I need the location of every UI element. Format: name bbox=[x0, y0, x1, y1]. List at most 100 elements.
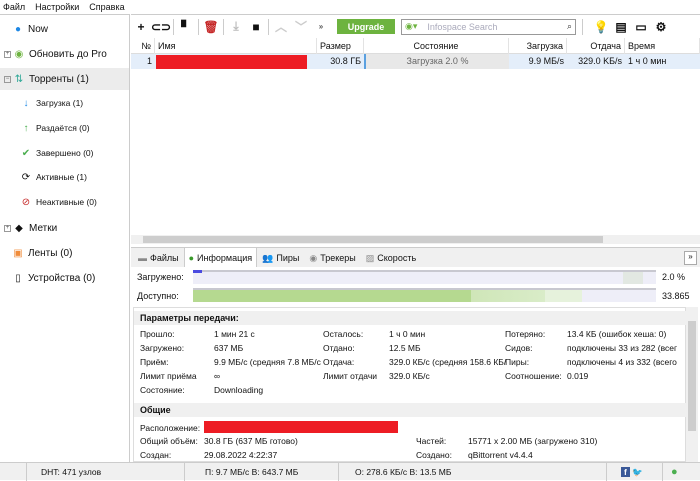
ok-icon: ● bbox=[671, 466, 678, 478]
transfer-label: Лимит приёма bbox=[140, 371, 197, 381]
gear-icon[interactable]: ⚙ bbox=[651, 17, 671, 37]
sidebar-item-seeding[interactable]: ↑ Раздаётся (0) bbox=[0, 117, 129, 139]
total-label: Общий объём: bbox=[140, 436, 198, 446]
transfer-label: Пиры: bbox=[505, 357, 530, 367]
move-down-button[interactable]: ﹀ bbox=[291, 17, 311, 37]
transfer-value: 12.5 МБ bbox=[389, 343, 421, 353]
refresh-icon: ⟳ bbox=[21, 171, 31, 183]
transfer-label: Лимит отдачи bbox=[323, 371, 378, 381]
expand-icon[interactable]: + bbox=[4, 224, 11, 232]
folder-icon: ▬ bbox=[138, 253, 147, 263]
tab-peers[interactable]: 👥 Пиры bbox=[257, 249, 304, 267]
tab-speed[interactable]: ▨ Скорость bbox=[361, 249, 421, 267]
now-icon: ● bbox=[14, 23, 22, 35]
connection-status: ● bbox=[662, 463, 700, 481]
torrents-icon: ⇅ bbox=[14, 73, 24, 85]
collapse-panel-button[interactable]: » bbox=[684, 251, 697, 265]
social-links: f 🐦 bbox=[606, 463, 662, 481]
tab-trackers[interactable]: ◉ Трекеры bbox=[304, 249, 360, 267]
transfer-label: Загружено: bbox=[140, 343, 185, 353]
transfer-value: 1 мин 21 с bbox=[214, 329, 255, 339]
sidebar-item-labels[interactable]: + ◆ Метки bbox=[0, 217, 129, 239]
move-up-button[interactable]: ︿ bbox=[271, 17, 291, 37]
menu-help[interactable]: Справка bbox=[89, 2, 124, 12]
row-download: 9.9 МБ/s bbox=[528, 56, 564, 66]
remote-icon[interactable]: ▭ bbox=[631, 17, 651, 37]
created-label: Создан: bbox=[140, 450, 172, 460]
col-num[interactable]: № bbox=[131, 38, 155, 54]
transfer-value: 329.0 КБ/с bbox=[389, 371, 430, 381]
chat-icon[interactable]: ▤ bbox=[611, 17, 631, 37]
status-bar: DHT: 471 узлов П: 9.7 МБ/с В: 643.7 МБ О… bbox=[0, 462, 700, 481]
tab-files[interactable]: ▬ Файлы bbox=[133, 249, 184, 267]
add-link-button[interactable]: ⊂⊃ bbox=[151, 17, 171, 37]
row-upload: 329.0 KБ/s bbox=[578, 56, 622, 66]
transfer-label: Прошло: bbox=[140, 329, 175, 339]
menu-settings[interactable]: Настройки bbox=[35, 2, 79, 12]
sidebar-item-now[interactable]: ● Now bbox=[0, 18, 129, 40]
sidebar-item-devices[interactable]: ▯ Устройства (0) bbox=[0, 267, 129, 289]
table-row[interactable]: 1 30.8 ГБ Загрузка 2.0 % 9.9 МБ/s 329.0 … bbox=[131, 54, 700, 69]
delete-button[interactable]: 🗑 bbox=[201, 17, 221, 37]
device-icon: ▯ bbox=[15, 272, 21, 284]
transfer-value: 9.9 МБ/с (средняя 7.8 МБ/с bbox=[214, 357, 321, 367]
transfer-value: ∞ bbox=[214, 371, 221, 381]
downloaded-bar bbox=[193, 270, 656, 284]
col-time[interactable]: Время bbox=[625, 38, 700, 54]
sidebar-item-active[interactable]: ⟳ Активные (1) bbox=[0, 166, 129, 188]
sidebar-item-upgrade[interactable]: + ◉ Обновить до Pro bbox=[0, 43, 129, 65]
sidebar-item-feeds[interactable]: ▣ Ленты (0) bbox=[0, 242, 129, 264]
expand-icon[interactable]: + bbox=[4, 50, 11, 58]
twitter-icon[interactable]: 🐦 bbox=[632, 467, 643, 477]
col-status[interactable]: Состояние bbox=[364, 38, 509, 54]
vertical-scrollbar[interactable] bbox=[686, 307, 698, 462]
downloaded-label: Загружено: bbox=[137, 272, 184, 282]
sidebar-item-downloading[interactable]: ↓ Загрузка (1) bbox=[0, 92, 129, 114]
col-upload[interactable]: Отдача bbox=[567, 38, 625, 54]
search-input[interactable]: ◉▾ Infospace Search ⌕ bbox=[401, 18, 576, 35]
more-icon[interactable]: » bbox=[311, 17, 331, 37]
add-torrent-button[interactable]: + bbox=[131, 17, 151, 37]
transfer-section-title: Параметры передачи: bbox=[134, 311, 686, 325]
rss-icon: ▣ bbox=[13, 247, 23, 259]
col-size[interactable]: Размер bbox=[317, 38, 364, 54]
createdby-value: qBittorrent v4.4.4 bbox=[468, 450, 533, 460]
transfer-value: Downloading bbox=[214, 385, 264, 395]
upload-arrow-icon: ↑ bbox=[23, 122, 29, 134]
facebook-icon[interactable]: f bbox=[621, 467, 630, 477]
start-button[interactable]: ⤓ bbox=[226, 17, 246, 37]
menu-file[interactable]: Файл bbox=[3, 2, 25, 12]
row-num: 1 bbox=[146, 56, 152, 66]
row-name-redacted bbox=[156, 55, 307, 69]
transfer-label: Соотношение: bbox=[505, 371, 562, 381]
stop-button[interactable]: ■ bbox=[246, 17, 266, 37]
col-download[interactable]: Загрузка bbox=[509, 38, 567, 54]
pieces-value: 15771 x 2.00 МБ (загружено 310) bbox=[468, 436, 598, 446]
sidebar-item-inactive[interactable]: ⊘ Неактивные (0) bbox=[0, 191, 129, 213]
utorrent-icon: ◉ bbox=[14, 48, 24, 60]
transfer-value: подключены 33 из 282 (всег bbox=[567, 343, 678, 353]
lightbulb-icon[interactable]: 💡 bbox=[591, 17, 611, 37]
horizontal-scrollbar[interactable] bbox=[131, 235, 700, 244]
transfer-label: Отдача: bbox=[323, 357, 355, 367]
row-time: 1 ч 0 мин bbox=[628, 56, 667, 66]
transfer-label: Отдано: bbox=[323, 343, 355, 353]
col-name[interactable]: Имя bbox=[155, 38, 317, 54]
sidebar-item-torrents[interactable]: − ⇅ Торренты (1) bbox=[0, 68, 129, 90]
info-panel: Параметры передачи: Прошло: 1 мин 21 с Ост… bbox=[133, 307, 686, 462]
dht-status: DHT: 471 узлов bbox=[26, 463, 184, 481]
search-icon[interactable]: ⌕ bbox=[567, 21, 572, 32]
create-torrent-button[interactable]: ▘ bbox=[176, 17, 196, 37]
transfer-label: Осталось: bbox=[323, 329, 364, 339]
menu-bar: Файл Настройки Справка bbox=[0, 0, 700, 14]
transfer-value: 1 ч 0 мин bbox=[389, 329, 426, 339]
upgrade-button[interactable]: Upgrade bbox=[337, 19, 395, 34]
info-icon: ● bbox=[188, 252, 195, 263]
collapse-icon[interactable]: − bbox=[4, 75, 11, 83]
general-section-title: Общие bbox=[134, 403, 686, 417]
tab-info[interactable]: ● Информация bbox=[183, 247, 258, 267]
upload-status: О: 278.6 КБ/с В: 13.5 МБ bbox=[338, 463, 606, 481]
availability-bar bbox=[193, 288, 656, 302]
sidebar-item-completed[interactable]: ✔ Завершено (0) bbox=[0, 142, 129, 164]
chart-icon: ▨ bbox=[365, 252, 375, 263]
